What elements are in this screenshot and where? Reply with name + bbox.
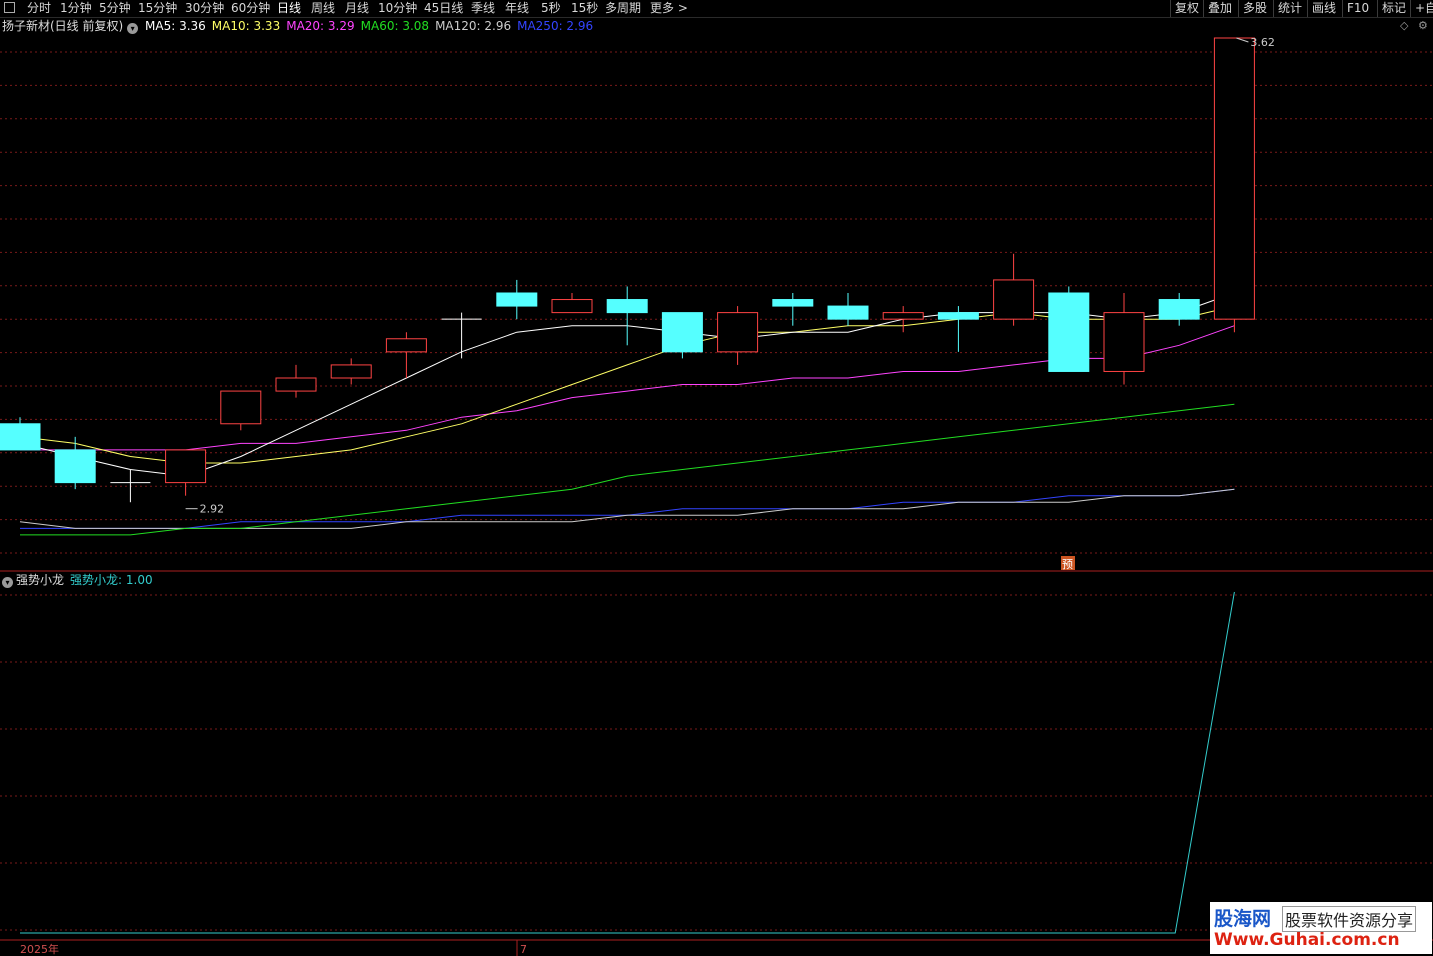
candle-body [993, 279, 1035, 320]
period-tab-0[interactable]: 分时 [27, 0, 51, 17]
toolbar-right-0[interactable]: 复权 [1170, 0, 1199, 17]
period-tab-7[interactable]: 周线 [311, 0, 335, 17]
candle-body [661, 312, 703, 353]
forecast-badge-label: 预 [1062, 558, 1073, 571]
candle-body [496, 292, 538, 307]
watermark-slogan: 股票软件资源分享 [1282, 906, 1417, 932]
candle-body [165, 449, 207, 484]
diamond-icon[interactable]: ◇ [1400, 19, 1408, 32]
candle [551, 293, 593, 314]
candle-body [717, 312, 759, 353]
x-axis-label: 2025年 [20, 942, 59, 956]
candle [54, 436, 96, 490]
chevron-down-icon[interactable]: ▾ [127, 23, 139, 34]
candle [606, 286, 648, 346]
candle [882, 306, 924, 333]
period-tab-14[interactable]: 15秒 [571, 0, 598, 17]
x-axis-label: 7 [520, 943, 527, 956]
toolbar-right-1[interactable]: 叠加 [1203, 0, 1232, 17]
candle-body [1158, 299, 1200, 320]
candle [330, 358, 372, 385]
toolbar-right-2[interactable]: 多股 [1238, 0, 1267, 17]
candle [0, 417, 41, 451]
high-label: 3.62 [1250, 36, 1275, 49]
low-label: 2.92 [200, 503, 225, 516]
candle-body [827, 305, 869, 320]
kline-chart[interactable]: 3.62 2.92 预 2025年 7 [0, 0, 1433, 956]
candle [1158, 293, 1200, 326]
period-tab-4[interactable]: 30分钟 [185, 0, 224, 17]
period-tab-1[interactable]: 1分钟 [60, 0, 92, 17]
period-toolbar: 分时 1分钟 5分钟 15分钟 30分钟 60分钟 日线 周线 月线 10分钟 45日线 季线 年线 5秒… [0, 0, 1433, 18]
ma-legend-0: MA5: 3.36 [145, 19, 206, 33]
period-tab-11[interactable]: 季线 [471, 0, 495, 17]
candle-body [220, 390, 262, 425]
gear-icon[interactable]: ⚙ [1418, 19, 1428, 32]
period-tab-5[interactable]: 60分钟 [231, 0, 270, 17]
toolbar-right-6[interactable]: 标记 [1377, 0, 1406, 17]
period-tab-6[interactable]: 日线 [277, 0, 301, 17]
indicator-legend: ▾ 强势小龙 强势小龙: 1.00 [2, 572, 153, 588]
period-tab-8[interactable]: 月线 [345, 0, 369, 17]
candle [827, 293, 869, 326]
ma-legend-2: MA20: 3.29 [286, 19, 355, 33]
indicator-title[interactable]: 强势小龙 [16, 573, 64, 587]
candle-body [772, 299, 814, 307]
candle [275, 364, 317, 398]
candle [220, 390, 262, 431]
candle-body [54, 449, 96, 484]
candle [1213, 37, 1255, 333]
candle-body [937, 312, 979, 320]
period-tab-9[interactable]: 10分钟 [378, 0, 417, 17]
indicator-value: 强势小龙: 1.00 [70, 573, 153, 587]
candle-body [1103, 312, 1145, 372]
main-chart-legend: 扬子新材(日线 前复权) ▾ MA5: 3.36 MA10: 3.33 MA20: 3… [2, 18, 599, 34]
period-tab-16[interactable]: 更多 > [650, 0, 688, 17]
candle-body [882, 312, 924, 320]
candle [1048, 286, 1090, 372]
ma-legend-4: MA120: 2.96 [435, 19, 512, 33]
candle [937, 306, 979, 352]
period-tab-13[interactable]: 5秒 [541, 0, 561, 17]
indicator-line [20, 591, 1235, 934]
watermark-url: Www.Guhai.com.cn [1214, 930, 1400, 950]
candle-body [1213, 37, 1255, 320]
candle [165, 449, 207, 496]
ma-legend-3: MA60: 3.08 [360, 19, 430, 33]
candle-body [385, 338, 427, 353]
ma-legend-5: MA250: 2.96 [517, 19, 594, 33]
toolbar-right-4[interactable]: 画线 [1307, 0, 1336, 17]
period-tab-10[interactable]: 45日线 [424, 0, 463, 17]
window-icon[interactable] [4, 2, 15, 13]
stock-title[interactable]: 扬子新材(日线 前复权) [2, 19, 123, 33]
period-tab-2[interactable]: 5分钟 [99, 0, 131, 17]
period-tab-12[interactable]: 年线 [505, 0, 529, 17]
watermark: 股海网 股票软件资源分享 Www.Guhai.com.cn [1210, 902, 1432, 954]
candle [441, 312, 482, 359]
ma-legend-1: MA10: 3.33 [211, 19, 281, 33]
candle-body [275, 377, 317, 392]
candle [993, 253, 1035, 326]
candle-body [1048, 292, 1090, 372]
candle-body [606, 299, 648, 314]
watermark-brand: 股海网 [1214, 908, 1272, 930]
candle-body [551, 299, 593, 314]
chevron-down-icon[interactable]: ▾ [2, 577, 13, 588]
candle-body [330, 364, 372, 379]
candle [1103, 293, 1145, 385]
candle [661, 312, 703, 359]
period-tab-3[interactable]: 15分钟 [138, 0, 177, 17]
candle-body [0, 423, 41, 451]
toolbar-right-7[interactable]: +自 [1410, 0, 1433, 17]
toolbar-right-5[interactable]: F10 [1342, 0, 1369, 17]
toolbar-right-3[interactable]: 统计 [1273, 0, 1302, 17]
candle [772, 293, 814, 326]
period-tab-15[interactable]: 多周期 [605, 0, 641, 17]
candle [717, 306, 759, 365]
